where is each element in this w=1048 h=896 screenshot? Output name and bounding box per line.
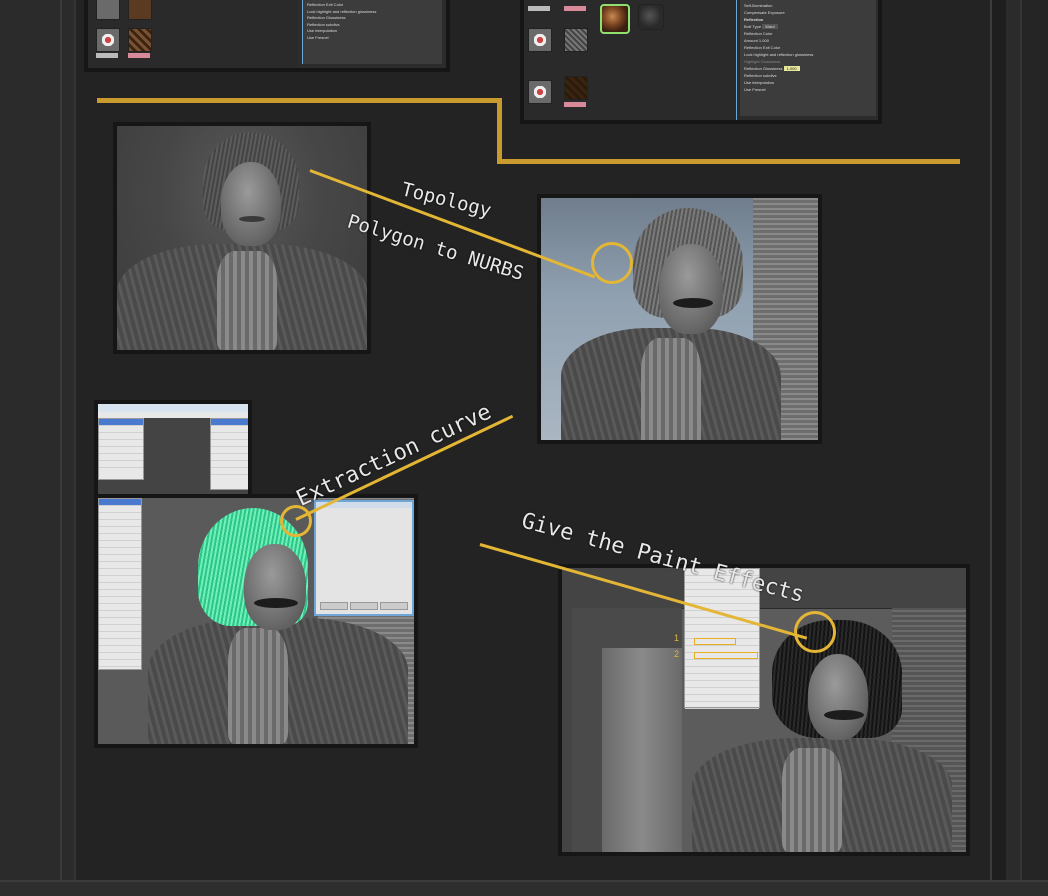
node-icon — [128, 28, 152, 52]
head — [659, 244, 723, 334]
node-label — [128, 53, 150, 58]
frame-border-outer-right — [1020, 0, 1048, 894]
options-dialog — [314, 500, 414, 616]
node-icon — [96, 28, 120, 52]
moustache — [254, 598, 298, 608]
node-editor-screenshot-left: Reflection Exit Color Lock highlight and… — [88, 0, 446, 68]
attr-row: Reflection Glossiness 1.000 — [744, 65, 872, 72]
attr-row: Highlight Glossiness — [744, 59, 781, 64]
head — [808, 654, 868, 740]
node-graph-area — [88, 0, 298, 68]
extraction-curve-render — [98, 498, 414, 744]
node-icon — [96, 0, 120, 20]
attribute-panel: Reflection Exit Color Lock highlight and… — [302, 0, 442, 64]
sculpt-render-zbrush — [117, 126, 367, 350]
menu-highlight-1 — [694, 638, 736, 645]
attr-row: Self-Illumination — [744, 3, 773, 8]
attr-row: Lock highlight and reflection glossiness — [744, 52, 814, 57]
dropdown-menu — [98, 498, 142, 670]
callout-ring — [591, 242, 633, 284]
attr-row: Compensate Exposure — [744, 10, 785, 15]
scarf — [228, 628, 288, 744]
node-icon — [528, 28, 552, 52]
sculpt-render-nurbs — [541, 198, 818, 440]
dropdown-menu — [98, 418, 144, 480]
dialog-button[interactable] — [350, 602, 378, 610]
separator-line — [97, 98, 502, 103]
attr-row: Use Fresnel — [307, 34, 329, 40]
paint-effects-render — [562, 568, 966, 852]
head — [244, 544, 306, 630]
maya-left-toolbar — [562, 608, 572, 852]
moustache — [239, 216, 265, 222]
attr-row: Amount 1.000 — [744, 38, 769, 43]
background-statue — [602, 648, 682, 852]
submenu — [210, 418, 248, 490]
frame-border-right — [990, 0, 1006, 894]
step-number: 1 — [674, 633, 680, 643]
node-icon — [528, 80, 552, 104]
scarf — [782, 748, 842, 852]
separator-line — [497, 98, 502, 164]
node-label — [564, 6, 586, 11]
title-bar — [98, 404, 248, 412]
attribute-panel: Self-Illumination Compensate Exposure Re… — [740, 0, 876, 116]
moustache — [673, 298, 713, 308]
node-label — [96, 53, 118, 58]
menu-highlight-2 — [694, 652, 758, 659]
node-icon — [564, 76, 588, 100]
node-label — [528, 6, 550, 11]
separator-line — [497, 159, 960, 164]
node-label — [564, 102, 586, 107]
dialog-button[interactable] — [320, 602, 348, 610]
dialog-button[interactable] — [380, 602, 408, 610]
attr-row: Use Fresnel — [744, 87, 766, 92]
node-graph-area — [524, 0, 737, 120]
frame-border-left — [60, 0, 62, 894]
step-number: 2 — [674, 649, 680, 659]
sphere-icon — [638, 4, 664, 30]
node-icon — [564, 28, 588, 52]
attr-row: Use interpolation — [744, 80, 775, 85]
node-editor-screenshot-right: Self-Illumination Compensate Exposure Re… — [524, 0, 878, 120]
sphere-icon — [600, 4, 630, 34]
attr-row: Reflection Color — [744, 31, 773, 36]
node-icon — [128, 0, 152, 20]
head — [221, 162, 281, 246]
attr-row: Reflection Exit Color — [744, 45, 781, 50]
attr-row: Brdf Type Ward — [744, 23, 872, 30]
scarf — [641, 338, 701, 440]
scarf — [217, 251, 277, 350]
moustache — [824, 710, 864, 720]
callout-ring — [794, 611, 836, 653]
attr-row: Reflection subdivs — [744, 73, 777, 78]
attr-row: Reflection — [744, 17, 764, 22]
maya-menu-screenshot — [98, 404, 248, 496]
